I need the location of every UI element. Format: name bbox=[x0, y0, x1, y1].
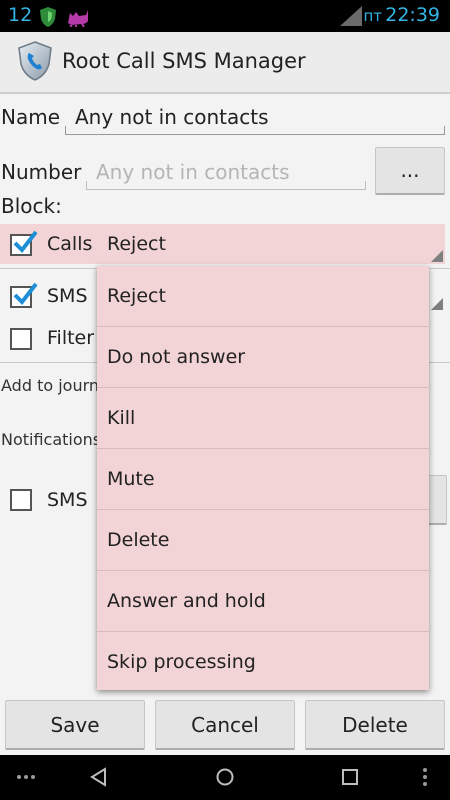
number-picker-label: ... bbox=[400, 158, 420, 182]
checkmark-icon bbox=[13, 230, 38, 254]
name-label: Name bbox=[1, 105, 61, 129]
number-label: Number bbox=[1, 160, 82, 184]
checkmark-icon bbox=[13, 282, 38, 306]
block-label: Block: bbox=[1, 194, 62, 218]
calls-checkbox[interactable] bbox=[10, 230, 38, 256]
back-icon[interactable] bbox=[89, 767, 109, 791]
overflow-menu-icon[interactable] bbox=[420, 767, 430, 791]
dropdown-item-mute[interactable]: Mute bbox=[97, 449, 429, 510]
save-button[interactable]: Save bbox=[5, 700, 145, 750]
spinner-arrow-icon bbox=[431, 250, 443, 262]
status-bar: 12 пт 22:39 bbox=[0, 0, 450, 32]
delete-button-label: Delete bbox=[342, 713, 408, 737]
action-bar: Root Call SMS Manager bbox=[0, 32, 450, 94]
name-field[interactable]: Any not in contacts bbox=[65, 100, 445, 136]
calls-selected-action: Reject bbox=[107, 233, 166, 255]
dropdown-item-skip-processing[interactable]: Skip processing bbox=[97, 632, 429, 693]
dropdown-item-do-not-answer[interactable]: Do not answer bbox=[97, 327, 429, 388]
sms-spinner-arrow-icon[interactable] bbox=[431, 298, 443, 310]
home-icon[interactable] bbox=[215, 767, 235, 791]
filter-label: Filter bbox=[47, 327, 95, 349]
app-title: Root Call SMS Manager bbox=[62, 49, 306, 73]
day-of-week: пт bbox=[363, 7, 382, 25]
recents-icon[interactable] bbox=[340, 767, 360, 791]
calls-label: Calls bbox=[47, 233, 93, 255]
sms-label: SMS bbox=[47, 285, 88, 307]
cancel-button-label: Cancel bbox=[191, 713, 259, 737]
cat-icon bbox=[66, 7, 90, 31]
sms-notification-label: SMS bbox=[47, 489, 88, 511]
dropdown-item-answer-and-hold[interactable]: Answer and hold bbox=[97, 571, 429, 632]
app-logo-icon bbox=[16, 40, 54, 86]
dropdown-item-delete[interactable]: Delete bbox=[97, 510, 429, 571]
sms-notification-checkbox[interactable] bbox=[10, 489, 32, 511]
notifications-label: Notifications bbox=[1, 430, 102, 449]
clock: 22:39 bbox=[385, 4, 440, 26]
sms-checkbox[interactable] bbox=[10, 282, 38, 308]
dropdown-item-reject[interactable]: Reject bbox=[97, 266, 429, 327]
filter-checkbox[interactable] bbox=[10, 328, 32, 350]
save-button-label: Save bbox=[50, 713, 100, 737]
calls-action-dropdown: Reject Do not answer Kill Mute Delete An… bbox=[97, 266, 429, 690]
more-icon[interactable] bbox=[16, 767, 36, 791]
number-field[interactable]: Any not in contacts bbox=[86, 155, 366, 191]
number-picker-button[interactable]: ... bbox=[375, 147, 445, 195]
add-to-journal-label: Add to journa bbox=[1, 376, 109, 395]
dropdown-item-kill[interactable]: Kill bbox=[97, 388, 429, 449]
signal-icon bbox=[340, 6, 362, 30]
delete-button[interactable]: Delete bbox=[305, 700, 445, 750]
shield-icon bbox=[38, 6, 58, 32]
notification-count: 12 bbox=[8, 4, 33, 26]
cancel-button[interactable]: Cancel bbox=[155, 700, 295, 750]
navigation-bar bbox=[0, 755, 450, 800]
calls-action-spinner[interactable]: Reject bbox=[97, 226, 445, 262]
